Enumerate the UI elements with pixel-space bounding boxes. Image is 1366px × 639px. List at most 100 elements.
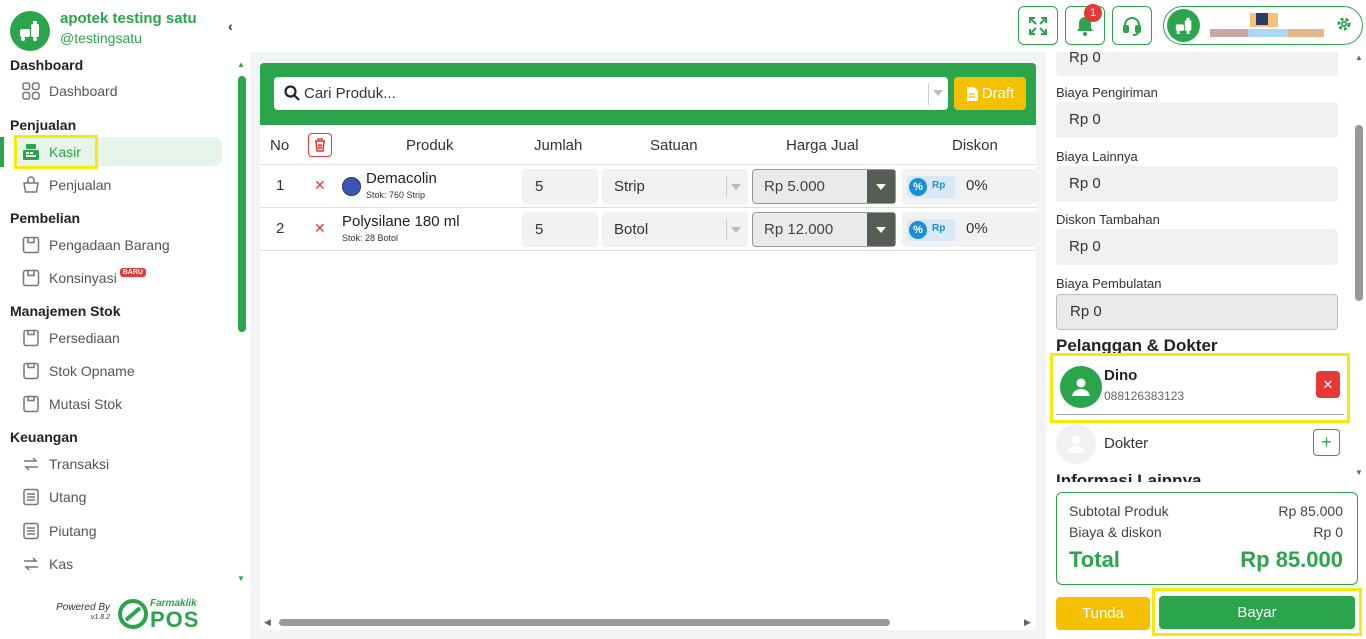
clear-cart-button[interactable] <box>308 133 332 157</box>
price-select[interactable]: Rp 5.000 <box>752 169 896 204</box>
scrollbar-thumb[interactable] <box>238 76 246 332</box>
sidebar-item-kas[interactable]: Kas <box>14 549 222 578</box>
price-value: Rp 5.000 <box>764 178 825 195</box>
box-icon <box>21 235 41 255</box>
fullscreen-button[interactable] <box>1018 6 1058 45</box>
chevron-down-icon <box>731 184 741 190</box>
checkout-panel: Rp 0 Biaya Pengiriman Rp 0 Biaya Lainnya… <box>1046 52 1366 639</box>
checkout-scroll-area: Rp 0 Biaya Pengiriman Rp 0 Biaya Lainnya… <box>1046 52 1352 482</box>
remove-customer-button[interactable]: ✕ <box>1316 371 1340 398</box>
sidebar-menu: Dashboard Dashboard Penjualan Kasir Penj… <box>0 54 234 586</box>
sidebar-item-label: Penjualan <box>49 176 112 193</box>
other-cost-input[interactable]: Rp 0 <box>1056 166 1338 202</box>
top-bar: 1 <box>250 0 1366 52</box>
quantity-input[interactable]: 5 <box>522 169 598 204</box>
caret-down-icon <box>876 183 886 190</box>
unit-select[interactable]: Botol <box>602 212 748 247</box>
sidebar-item-piutang[interactable]: Piutang <box>14 516 222 545</box>
scroll-right-icon[interactable]: ▶ <box>1024 617 1031 628</box>
col-discount: Diskon <box>952 137 998 154</box>
total-value: Rp 85.000 <box>1240 547 1343 572</box>
sidebar-item-dashboard[interactable]: Dashboard <box>14 76 222 105</box>
shipping-label: Biaya Pengiriman <box>1056 85 1158 100</box>
scroll-left-icon[interactable]: ◀ <box>264 617 271 628</box>
row-number: 2 <box>276 220 285 237</box>
sidebar-item-pengadaan-barang[interactable]: Pengadaan Barang <box>14 230 222 259</box>
row-number: 1 <box>276 177 285 194</box>
unit-select[interactable]: Strip <box>602 169 748 204</box>
sidebar-scrollbar[interactable]: ▲ ▼ <box>236 60 248 586</box>
col-unit: Satuan <box>650 137 698 154</box>
sidebar-item-konsinyasi[interactable]: Konsinyasi BARU <box>14 263 222 292</box>
sidebar-item-utang[interactable]: Utang <box>14 482 222 511</box>
unit-value: Strip <box>614 178 645 195</box>
collapse-sidebar-icon[interactable]: ‹ <box>228 18 233 34</box>
add-doctor-button[interactable]: + <box>1313 429 1340 456</box>
hold-button[interactable]: Tunda <box>1056 597 1150 630</box>
search-input[interactable] <box>304 77 924 110</box>
price-dropdown-button[interactable] <box>867 213 895 246</box>
clipboard-icon <box>21 328 41 348</box>
product-search[interactable] <box>274 77 948 110</box>
col-product: Produk <box>406 137 454 154</box>
separator <box>726 176 727 197</box>
product-name: Polysilane 180 ml <box>342 213 460 230</box>
customer-name: Dino <box>1104 367 1138 384</box>
sidebar-item-stok-opname[interactable]: Stok Opname <box>14 356 222 385</box>
notification-button[interactable]: 1 <box>1065 4 1105 45</box>
scroll-up-icon[interactable]: ▲ <box>237 60 245 69</box>
total-label: Total <box>1069 547 1120 572</box>
draft-label: Draft <box>981 85 1015 102</box>
price-select[interactable]: Rp 12.000 <box>752 212 896 247</box>
chevron-down-icon[interactable] <box>933 90 943 96</box>
discount-field[interactable]: % Rp 0% <box>902 212 1036 247</box>
store-handle: @testingsatu <box>60 30 142 46</box>
percent-icon: % <box>909 221 927 239</box>
doctor-avatar-icon <box>1056 424 1096 464</box>
price-dropdown-button[interactable] <box>867 170 895 203</box>
sidebar-item-penjualan[interactable]: Penjualan <box>14 170 222 199</box>
rupiah-label: Rp <box>932 180 946 191</box>
notification-badge: 1 <box>1084 4 1102 22</box>
gear-icon[interactable] <box>1336 16 1352 35</box>
support-button[interactable] <box>1112 6 1152 45</box>
remove-item-icon[interactable]: ✕ <box>314 177 326 194</box>
discount-type-toggle[interactable]: % Rp <box>907 219 955 241</box>
sidebar-item-label: Konsinyasi <box>49 269 117 286</box>
scroll-up-icon[interactable]: ▲ <box>1355 53 1363 62</box>
subtotal-row: Subtotal Produk Rp 85.000 <box>1069 503 1343 519</box>
checkout-scrollbar[interactable]: ▲ ▼ <box>1352 52 1366 482</box>
version-label: v1.8.2 <box>90 614 110 621</box>
subtotal-value: Rp 85.000 <box>1278 503 1343 519</box>
scrollbar-thumb[interactable] <box>279 619 890 626</box>
caret-down-icon <box>876 226 886 233</box>
col-qty: Jumlah <box>534 137 583 154</box>
shipping-cost-input[interactable]: Rp 0 <box>1056 102 1338 138</box>
draft-button[interactable]: Draft <box>954 77 1026 110</box>
remove-item-icon[interactable]: ✕ <box>314 220 326 237</box>
section-penjualan: Penjualan <box>10 117 77 133</box>
cost-field-top[interactable]: Rp 0 <box>1056 52 1338 76</box>
sidebar-item-label: Dashboard <box>49 82 118 99</box>
horizontal-scrollbar[interactable]: ◀ ▶ <box>260 614 1036 630</box>
scrollbar-thumb[interactable] <box>1355 125 1363 301</box>
extra-discount-input[interactable]: Rp 0 <box>1056 229 1338 265</box>
sidebar-item-transaksi[interactable]: Transaksi <box>14 449 222 478</box>
profile-menu[interactable] <box>1163 6 1363 45</box>
discount-type-toggle[interactable]: % Rp <box>907 176 955 198</box>
farmaklik-mark-icon <box>118 599 148 629</box>
sidebar-item-mutasi-stok[interactable]: Mutasi Stok <box>14 389 222 418</box>
scroll-down-icon[interactable]: ▼ <box>237 574 245 583</box>
quantity-input[interactable]: 5 <box>522 212 598 247</box>
section-manajemen-stok: Manajemen Stok <box>10 303 121 319</box>
other-info-title: Informasi Lainnya <box>1056 471 1202 482</box>
sidebar-item-persediaan[interactable]: Persediaan <box>14 323 222 352</box>
discount-field[interactable]: % Rp 0% <box>902 169 1036 204</box>
chevron-down-icon <box>731 227 741 233</box>
pay-button[interactable]: Bayar <box>1159 596 1355 629</box>
sidebar-item-label: Persediaan <box>49 329 120 346</box>
grid-icon <box>21 81 41 101</box>
scroll-down-icon[interactable]: ▼ <box>1355 468 1363 477</box>
box-icon <box>21 268 41 288</box>
search-bar: Draft <box>260 63 1036 125</box>
